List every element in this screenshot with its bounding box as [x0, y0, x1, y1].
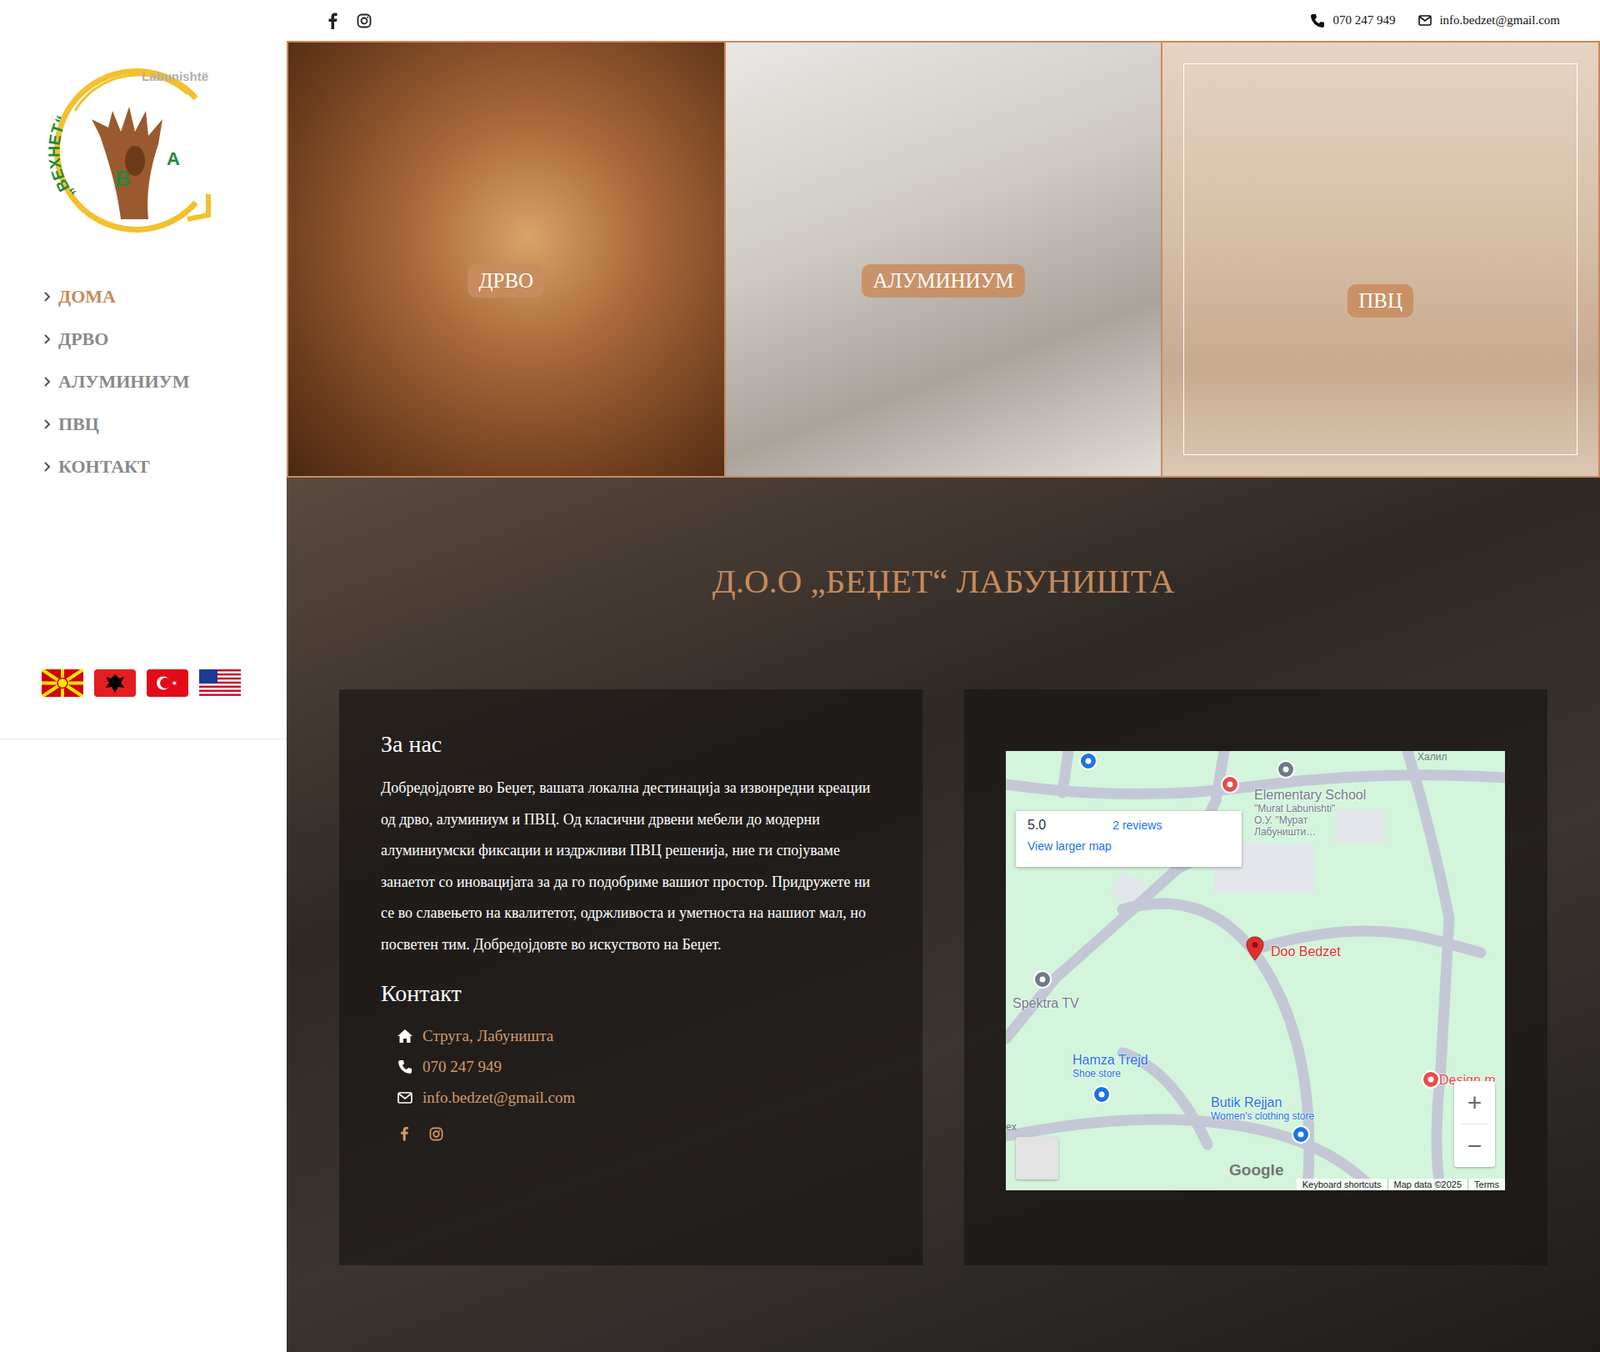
about-heading: За нас	[380, 730, 881, 758]
top-email[interactable]: info.bedzet@gmail.com	[1418, 13, 1560, 28]
map-pin-icon[interactable]	[1420, 1069, 1441, 1095]
nav-item[interactable]: ДОМА	[43, 285, 287, 308]
phone-icon	[1310, 13, 1325, 29]
flag-tr-icon[interactable]	[146, 669, 189, 697]
nav-item[interactable]: АЛУМИНИУМ	[43, 370, 287, 393]
svg-text:B: B	[115, 165, 131, 191]
map-place-label[interactable]: Hamza TrejdShoe store	[1072, 1052, 1149, 1080]
zoom-out-button[interactable]: −	[1454, 1124, 1495, 1167]
map-card: 5.0 2 reviews View larger map Elementary…	[964, 689, 1548, 1265]
facebook-icon[interactable]	[399, 1125, 410, 1141]
nav-item[interactable]: ПВЦ	[43, 413, 287, 435]
main-nav: ДОМА ДРВО АЛУМИНИУМ ПВЦ КОНТАКТ	[0, 240, 287, 478]
contact-item[interactable]: Струга, Лабуништа	[395, 1025, 881, 1046]
contact-item[interactable]: info.bedzet@gmail.com	[395, 1086, 881, 1108]
reviews-link[interactable]: 2 reviews	[1112, 818, 1162, 832]
hero-gallery: ДРВО АЛУМИНИУМ ПВЦ	[286, 40, 1600, 478]
zoom-controls: + −	[1454, 1080, 1495, 1167]
street-view-button[interactable]	[1015, 1136, 1059, 1180]
instagram-icon[interactable]	[429, 1126, 444, 1141]
map-place-label[interactable]: Spektra TV	[1012, 995, 1080, 1011]
hero-label[interactable]: ДРВО	[467, 264, 545, 298]
social-links	[326, 12, 372, 30]
chevron-icon	[43, 375, 52, 388]
top-contacts: 070 247 949 info.bedzet@gmail.com	[1310, 13, 1560, 29]
main: 070 247 949 info.bedzet@gmail.com ДРВО А…	[286, 0, 1600, 1352]
envelope-icon	[1418, 15, 1432, 26]
map-pin-icon[interactable]	[1091, 1084, 1112, 1110]
map[interactable]: 5.0 2 reviews View larger map Elementary…	[1005, 750, 1505, 1190]
map-footer-link[interactable]: Map data ©2025	[1387, 1178, 1469, 1190]
envelope-icon	[397, 1091, 413, 1104]
logo[interactable]: „BEXHET“ Labunishtë B A	[0, 0, 287, 240]
map-footer-link[interactable]: Keyboard shortcuts	[1296, 1178, 1388, 1190]
map-pin-icon[interactable]	[1220, 774, 1240, 800]
flag-mk-icon[interactable]	[41, 669, 84, 697]
rating: 5.0	[1027, 817, 1046, 833]
zoom-in-button[interactable]: +	[1454, 1080, 1495, 1124]
hero-panel[interactable]: АЛУМИНИУМ	[725, 42, 1162, 476]
map-footer: Keyboard shortcutsMap data ©2025Terms	[1296, 1178, 1505, 1190]
company-section: Д.О.О „БЕЏЕТ“ ЛАБУНИШТА За нас Добредојд…	[286, 477, 1600, 1352]
top-phone[interactable]: 070 247 949	[1310, 13, 1395, 29]
svg-text:Labunishtë: Labunishtë	[141, 69, 209, 84]
larger-map-link[interactable]: View larger map	[1027, 839, 1230, 853]
google-logo: Google	[1229, 1160, 1284, 1180]
phone-icon	[397, 1059, 413, 1075]
flag-al-icon[interactable]	[94, 669, 136, 697]
nav-item[interactable]: КОНТАКТ	[43, 455, 287, 478]
hero-label[interactable]: ПВЦ	[1347, 284, 1414, 318]
sidebar-divider	[0, 738, 287, 740]
svg-text:„BEXHET“: „BEXHET“	[45, 112, 78, 203]
map-footer-link[interactable]: Terms	[1467, 1178, 1505, 1190]
contact-list: Струга, Лабуништа 070 247 949 info.bedze…	[380, 1025, 881, 1108]
page: „BEXHET“ Labunishtë B A ДОМА ДРВО АЛУМИНИУМ…	[0, 0, 1600, 1352]
map-pin-icon[interactable]	[1032, 969, 1053, 995]
map-pin-icon[interactable]	[1275, 759, 1296, 785]
hero-panel[interactable]: ПВЦ	[1162, 42, 1599, 476]
map-place-label[interactable]: Butik RejjanWomen's clothing store	[1210, 1095, 1315, 1122]
hero-panel[interactable]: ДРВО	[288, 42, 725, 476]
hero-label[interactable]: АЛУМИНИУМ	[861, 264, 1025, 298]
about-card: За нас Добредојдовте во Беџет, вашата ло…	[339, 689, 923, 1265]
map-place-label[interactable]: Doo Bedzet	[1270, 944, 1341, 960]
chevron-icon	[43, 418, 52, 430]
contact-item[interactable]: 070 247 949	[395, 1055, 881, 1077]
map-pin-icon[interactable]	[1290, 1124, 1311, 1150]
map-place-label[interactable]: Elementary School"Murat Labunishti"О.У. …	[1254, 787, 1366, 838]
instagram-icon[interactable]	[356, 13, 372, 29]
chevron-icon	[43, 290, 52, 303]
hover-frame	[1183, 63, 1578, 455]
sidebar: „BEXHET“ Labunishtë B A ДОМА ДРВО АЛУМИНИУМ…	[0, 0, 287, 1352]
chevron-icon	[43, 333, 52, 345]
top-bar: 070 247 949 info.bedzet@gmail.com	[286, 0, 1600, 41]
logo-icon: „BEXHET“ Labunishtë B A	[41, 60, 220, 240]
map-edge-label: ex	[1005, 1120, 1017, 1133]
map-edge-label: Халил	[1417, 750, 1447, 763]
contact-heading: Контакт	[380, 980, 881, 1007]
map-pin-icon[interactable]	[1245, 935, 1265, 961]
chevron-icon	[43, 460, 52, 473]
map-info-card: 5.0 2 reviews View larger map	[1015, 810, 1242, 867]
info-cards: За нас Добредојдовте во Беџет, вашата ло…	[286, 604, 1600, 1265]
card-socials	[380, 1107, 881, 1141]
nav-item[interactable]: ДРВО	[43, 328, 287, 350]
facebook-icon[interactable]	[326, 12, 339, 30]
about-text: Добредојдовте во Беџет, вашата локална д…	[380, 772, 881, 960]
home-icon	[396, 1028, 414, 1044]
svg-text:A: A	[166, 148, 180, 170]
flag-us-icon[interactable]	[199, 669, 241, 697]
company-title: Д.О.О „БЕЏЕТ“ ЛАБУНИШТА	[286, 477, 1600, 605]
map-pin-icon[interactable]	[1078, 750, 1099, 776]
language-switcher	[0, 477, 287, 697]
